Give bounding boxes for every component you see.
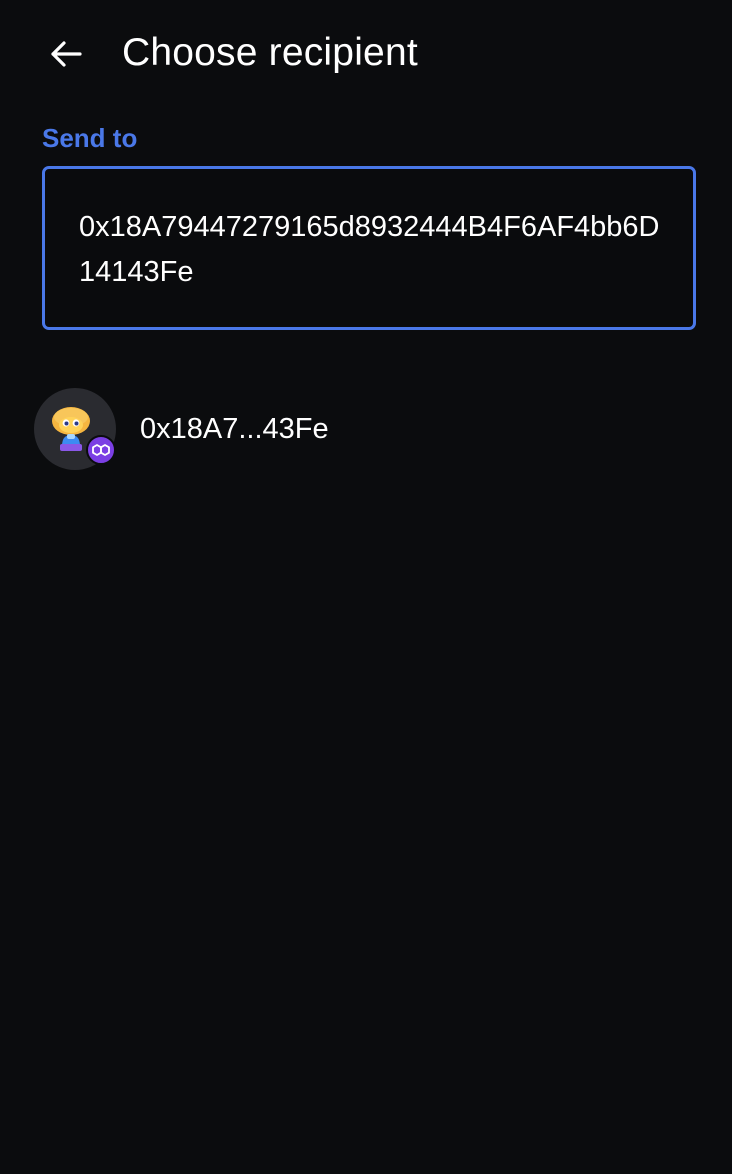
back-button[interactable] (40, 28, 92, 80)
network-badge (86, 435, 116, 465)
send-to-label: Send to (42, 123, 138, 153)
page-title: Choose recipient (122, 31, 418, 74)
avatar (34, 388, 116, 470)
recipient-address-value: 0x18A79447279165d8932444B4F6AF4bb6D14143… (79, 211, 660, 288)
arrow-left-icon (51, 41, 82, 67)
recipient-address-short: 0x18A7...43Fe (140, 413, 329, 445)
recipient-result-item[interactable]: 0x18A7...43Fe (34, 386, 698, 472)
recipient-address-input[interactable]: 0x18A79447279165d8932444B4F6AF4bb6D14143… (42, 166, 696, 330)
app-header: Choose recipient (0, 0, 732, 108)
polygon-icon (92, 444, 110, 456)
